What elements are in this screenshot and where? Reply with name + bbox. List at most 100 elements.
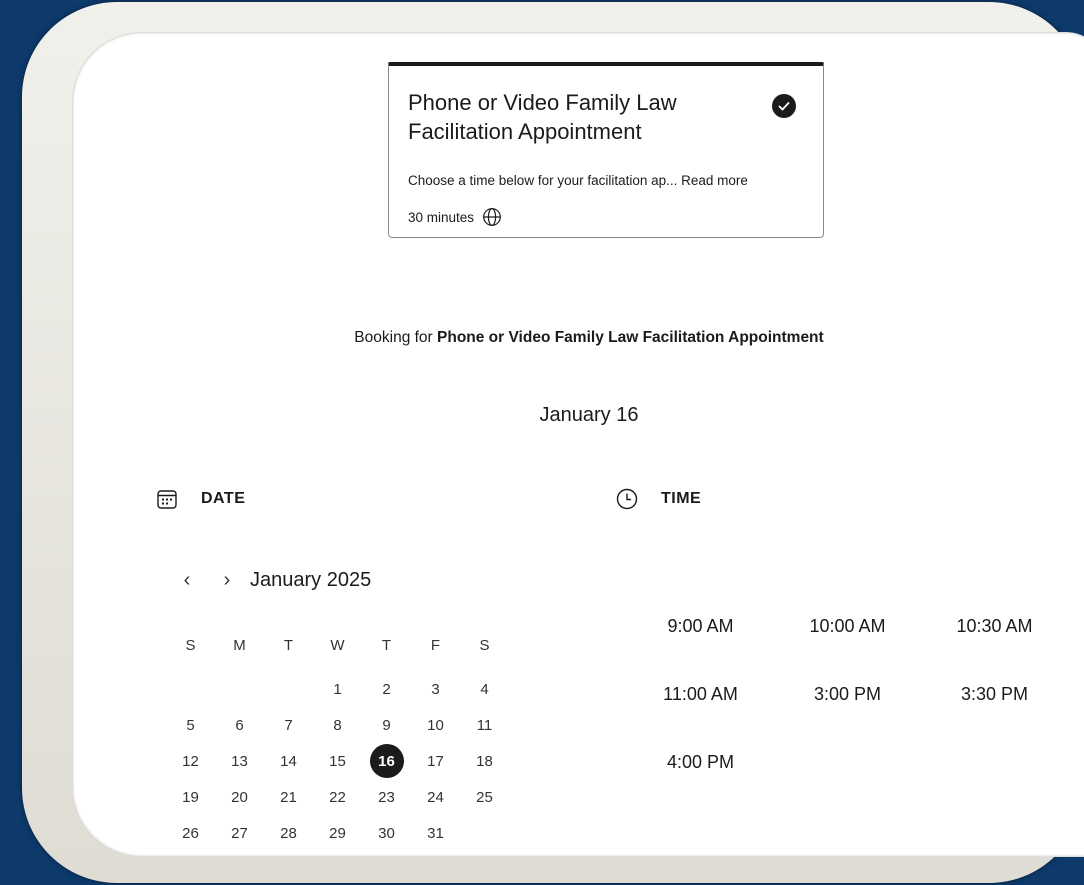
calendar-empty-cell xyxy=(166,672,215,706)
calendar-day[interactable]: 13 xyxy=(215,744,264,778)
calendar-day-number: 23 xyxy=(378,788,395,806)
calendar-day[interactable]: 14 xyxy=(264,744,313,778)
calendar-day-number: 8 xyxy=(333,716,342,734)
calendar-day-number: 21 xyxy=(280,788,297,806)
calendar-day[interactable]: 6 xyxy=(215,708,264,742)
calendar-day[interactable]: 18 xyxy=(460,744,509,778)
booking-service-name: Phone or Video Family Law Facilitation A… xyxy=(437,329,824,346)
globe-icon[interactable] xyxy=(482,207,502,227)
calendar-day-number: 24 xyxy=(427,788,444,806)
duration-text: 30 minutes xyxy=(408,209,475,225)
calendar-day[interactable]: 9 xyxy=(362,708,411,742)
calendar-day-number: 3 xyxy=(431,680,440,698)
weekday-label: S xyxy=(185,636,196,654)
calendar-day-number: 11 xyxy=(476,716,493,734)
calendar-day[interactable]: 31 xyxy=(411,816,460,850)
calendar-day[interactable]: 19 xyxy=(166,780,215,814)
calendar-day[interactable]: 12 xyxy=(166,744,215,778)
calendar-day-number: 22 xyxy=(329,788,346,806)
time-slot-button[interactable]: 10:00 AM xyxy=(774,592,921,660)
calendar-empty-cell xyxy=(264,672,313,706)
calendar-day-number: 7 xyxy=(284,716,293,734)
calendar-day[interactable]: 21 xyxy=(264,780,313,814)
date-section-label: DATE xyxy=(201,490,246,507)
service-duration: 30 minutes xyxy=(408,207,502,227)
calendar-day[interactable]: 11 xyxy=(460,708,509,742)
checkmark-icon xyxy=(772,94,796,118)
calendar-navigation: ‹ › January 2025 xyxy=(176,568,372,592)
calendar-day[interactable]: 8 xyxy=(313,708,362,742)
calendar-day-number: 30 xyxy=(378,824,395,842)
calendar-day[interactable]: 22 xyxy=(313,780,362,814)
calendar-day-number: 13 xyxy=(231,752,248,770)
calendar-week-row: 5 6 7 8 9 10 11 xyxy=(166,708,509,744)
service-title: Phone or Video Family Law Facilitation A… xyxy=(408,90,677,144)
calendar-icon xyxy=(157,490,177,509)
calendar-day-number: 2 xyxy=(382,680,391,698)
service-card[interactable]: Phone or Video Family Law Facilitation A… xyxy=(388,62,824,238)
calendar-day-number: 18 xyxy=(476,752,493,770)
service-description: Choose a time below for your facilitatio… xyxy=(408,173,748,188)
calendar-day[interactable]: 17 xyxy=(411,744,460,778)
calendar-day[interactable]: 2 xyxy=(362,672,411,706)
weekday-label: T xyxy=(381,636,392,654)
calendar-day[interactable]: 15 xyxy=(313,744,362,778)
calendar-day[interactable]: 23 xyxy=(362,780,411,814)
calendar-day[interactable]: 7 xyxy=(264,708,313,742)
time-slot-button[interactable]: 3:30 PM xyxy=(921,660,1068,728)
calendar-month-label: January 2025 xyxy=(250,568,372,591)
monitor-bezel: Phone or Video Family Law Facilitation A… xyxy=(22,2,1084,883)
time-slot-button[interactable]: 9:00 AM xyxy=(627,592,774,660)
clock-icon xyxy=(616,488,638,510)
booking-page: Phone or Video Family Law Facilitation A… xyxy=(72,32,1084,857)
calendar-day[interactable]: 3 xyxy=(411,672,460,706)
calendar-day[interactable]: 10 xyxy=(411,708,460,742)
date-section-header: DATE xyxy=(155,487,245,511)
calendar-day-number: 1 xyxy=(333,680,342,698)
time-slot-button[interactable]: 11:00 AM xyxy=(627,660,774,728)
time-slot-button[interactable]: 3:00 PM xyxy=(774,660,921,728)
calendar-day[interactable]: 29 xyxy=(313,816,362,850)
calendar-day-number: 9 xyxy=(382,716,391,734)
time-slot-button[interactable]: 10:30 AM xyxy=(921,592,1068,660)
calendar-day[interactable]: 26 xyxy=(166,816,215,850)
calendar-day[interactable]: 5 xyxy=(166,708,215,742)
weekday-label: F xyxy=(430,636,441,654)
weekday-label: M xyxy=(233,636,246,654)
weekday-label: W xyxy=(330,636,345,654)
calendar-day-selected[interactable]: 16 xyxy=(362,744,411,778)
calendar-day[interactable]: 25 xyxy=(460,780,509,814)
calendar-day[interactable]: 4 xyxy=(460,672,509,706)
calendar-day-number: 5 xyxy=(186,716,195,734)
chevron-right-icon[interactable]: › xyxy=(216,568,238,592)
booking-prefix: Booking for xyxy=(354,329,438,346)
read-more-link[interactable]: Read more xyxy=(681,173,748,188)
service-description-text: Choose a time below for your facilitatio… xyxy=(408,173,678,188)
time-slot-button[interactable]: 4:00 PM xyxy=(627,728,774,796)
chevron-left-icon[interactable]: ‹ xyxy=(176,568,198,592)
weekday-label: S xyxy=(479,636,490,654)
selected-date-heading: January 16 xyxy=(539,404,639,426)
calendar-grid: S M T W T F S 1 2 3 4 5 6 7 8 9 10 11 12 13 14 15 16 17 18 19 20 21… xyxy=(166,628,509,852)
calendar-day[interactable]: 20 xyxy=(215,780,264,814)
weekday-label: T xyxy=(283,636,294,654)
time-section-header: TIME xyxy=(615,487,701,511)
calendar-day[interactable]: 27 xyxy=(215,816,264,850)
weekday-header-row: SMTWTFS xyxy=(166,628,509,672)
calendar-day[interactable]: 28 xyxy=(264,816,313,850)
time-section-label: TIME xyxy=(661,490,702,507)
calendar-day[interactable]: 30 xyxy=(362,816,411,850)
calendar-day-number: 28 xyxy=(280,824,297,842)
calendar-day-number: 16 xyxy=(369,744,404,778)
calendar-day-number: 20 xyxy=(231,788,248,806)
calendar-day[interactable]: 1 xyxy=(313,672,362,706)
calendar-day-number: 25 xyxy=(476,788,493,806)
calendar-day-number: 14 xyxy=(280,752,297,770)
calendar-week-row: 1 2 3 4 xyxy=(166,672,509,708)
calendar-empty-cell xyxy=(215,672,264,706)
booking-for-line: Booking for Phone or Video Family Law Fa… xyxy=(72,329,1084,347)
calendar-day[interactable]: 24 xyxy=(411,780,460,814)
calendar-day-number: 15 xyxy=(329,752,346,770)
calendar-day-number: 29 xyxy=(329,824,346,842)
calendar-week-row: 12 13 14 15 16 17 18 xyxy=(166,744,509,780)
